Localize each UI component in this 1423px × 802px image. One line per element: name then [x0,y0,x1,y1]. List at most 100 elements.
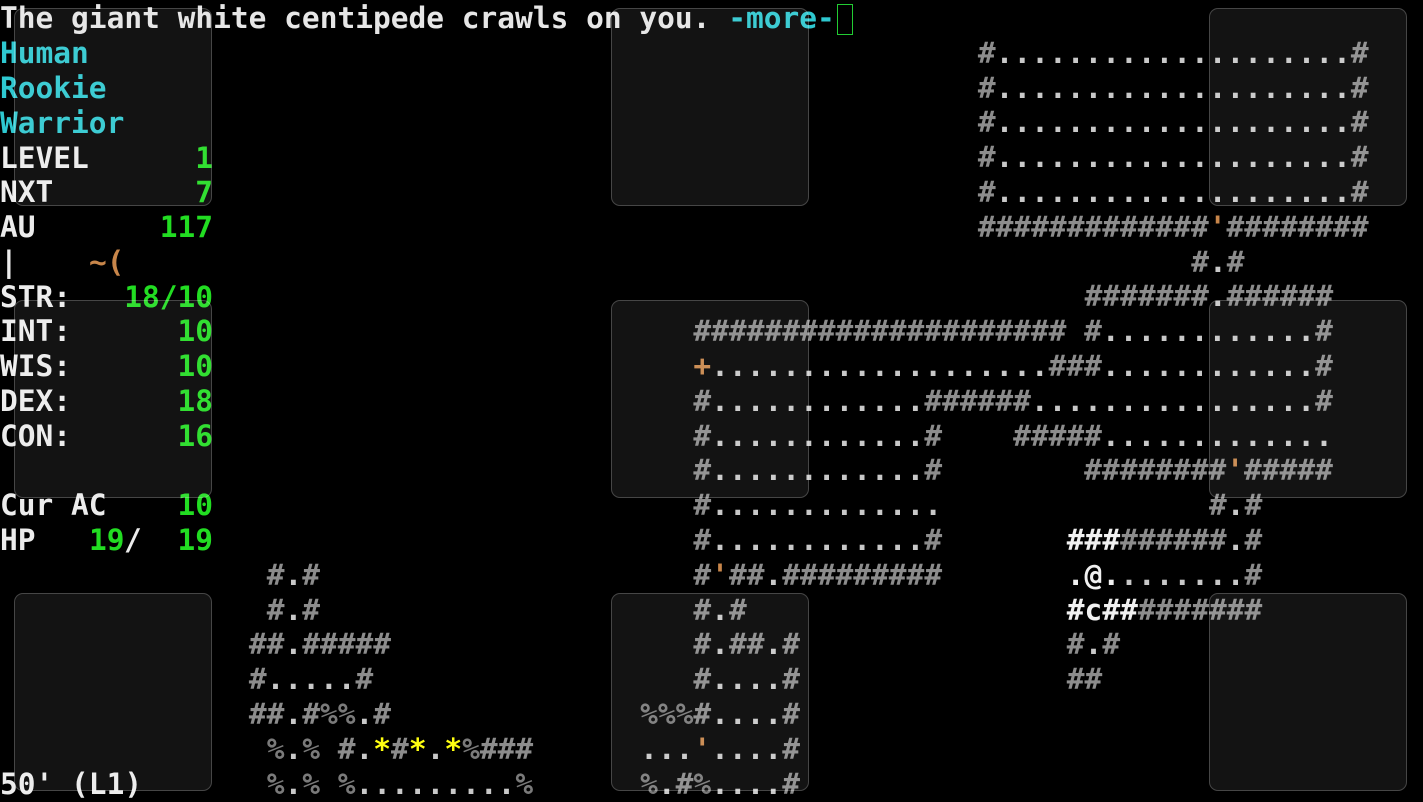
treasure-vein-tile: * [444,731,463,766]
map-row-segment: #############'######## [978,210,1369,245]
wall-tile: ##### [1013,418,1102,453]
mineral-vein-tile: %% [319,697,356,731]
floor-tile: . [284,627,303,662]
wall-tile: # [355,662,374,697]
map-row-segment: #.# [1191,245,1244,280]
floor-tile: . [284,557,303,592]
map-row-segment: %.% %.........% [267,767,533,802]
wall-tile: # [1226,244,1245,279]
mineral-vein-tile: % [266,766,285,801]
map-row-segment: #.# [267,593,320,628]
wall-tile: # [693,523,712,557]
wall-tile: # [373,697,392,731]
map-row-segment: .......# [1120,558,1262,593]
text-cursor [836,4,853,35]
floor-tile: . [1226,523,1245,557]
wall-tile: # [1102,627,1121,662]
map-gap [942,453,1084,487]
equipment-items: ~( [89,245,125,279]
floor-tile: . [284,697,303,731]
floor-tile: . [284,766,303,801]
map-row-segment: #............# [693,523,942,558]
touch-zone-bottom-left[interactable] [14,593,212,791]
floor-tile: ....... [1120,557,1245,592]
wall-tile: ##### [302,627,392,662]
touch-zone-top-center[interactable] [611,8,809,206]
mineral-vein-tile: % [337,766,356,801]
floor-tile: . [1209,244,1227,279]
hp-max: 19 [177,523,213,557]
wall-tile: # [1066,627,1085,662]
touch-zone-top-right[interactable] [1209,8,1407,206]
floor-tile: . [764,557,783,592]
door-tile: ' [1208,209,1227,244]
wall-tile: # [1244,523,1263,557]
map-row-segment: #.....# [249,662,373,697]
wall-tile: ## [728,557,765,592]
floor-tile: ..... [266,662,356,697]
wall-tile: # [391,731,409,766]
map-row-segment: #.# [1067,627,1120,662]
map-row-segment: %.% #.*#*.*%### [267,732,533,767]
wall-tile: ######### [782,557,943,592]
wall-tile: # [337,731,356,766]
mineral-vein-tile: % [515,766,534,801]
wall-tile: ### [479,731,534,766]
wall-tile: # [977,35,996,70]
wall-tile: # [924,418,943,453]
lit-map-segment: #c## [1066,592,1138,627]
mineral-vein-tile: % [462,731,480,766]
wall-tile: # [924,523,943,557]
equipment-bar: | [0,245,18,279]
touch-zone-top-left[interactable] [14,8,212,206]
floor-tile: . [284,592,303,627]
wall-tile: ###### [1120,523,1227,557]
map-row-segment: ##.#%%.# [249,697,391,732]
map-row-segment: ## [1067,662,1103,697]
treasure-vein-tile: * [373,731,392,766]
mineral-vein-tile: % [302,731,320,766]
touch-zone-bottom-center[interactable] [611,593,809,791]
floor-tile: . [284,731,303,766]
floor-tile: ......... [355,766,516,801]
wall-tile: # [977,70,996,105]
wall-tile: ####### [1084,279,1209,314]
wall-tile: ######## [1084,453,1227,488]
wall-tile: # [266,557,285,592]
wall-tile: # [977,105,996,140]
wall-tile: # [302,557,320,592]
floor-tile: . [355,697,374,731]
map-gap [1066,314,1084,348]
map-row-segment: #'##.######### [693,558,942,593]
mineral-vein-tile: % [266,731,285,766]
wall-tile: ######## [1226,209,1369,244]
wall-tile: # [302,697,320,731]
map-gap [320,732,338,766]
wall-tile: # [1191,244,1210,279]
wall-tile: ## [1066,662,1103,697]
wall-tile: # [1244,557,1263,592]
lit-map-segment: ### [1066,523,1121,557]
gold-value: 117 [159,210,213,244]
wall-tile: # [693,557,712,592]
wall-tile: # [248,662,267,697]
door-tile: ' [711,557,729,592]
wall-tile: # [977,175,996,209]
floor-tile: . [1084,627,1103,662]
wall-tile: ## [248,697,285,731]
lit-map-segment: .@. [1066,557,1121,592]
floor-tile: . [355,731,374,766]
touch-zone-middle-center[interactable] [611,300,809,498]
touch-zone-middle-right[interactable] [1209,300,1407,498]
wall-tile: # [1084,314,1102,349]
map-row-segment: #.# [267,558,320,593]
floor-tile: . [426,731,445,766]
treasure-vein-tile: * [408,731,427,766]
touch-zone-middle-left[interactable] [14,300,212,498]
wall-tile: ############# [977,209,1209,244]
floor-tile: ............ [711,523,925,557]
mineral-vein-tile: % [302,766,320,801]
wall-tile: # [302,592,320,627]
touch-zone-bottom-right[interactable] [1209,593,1407,791]
wall-tile: # [266,592,285,627]
